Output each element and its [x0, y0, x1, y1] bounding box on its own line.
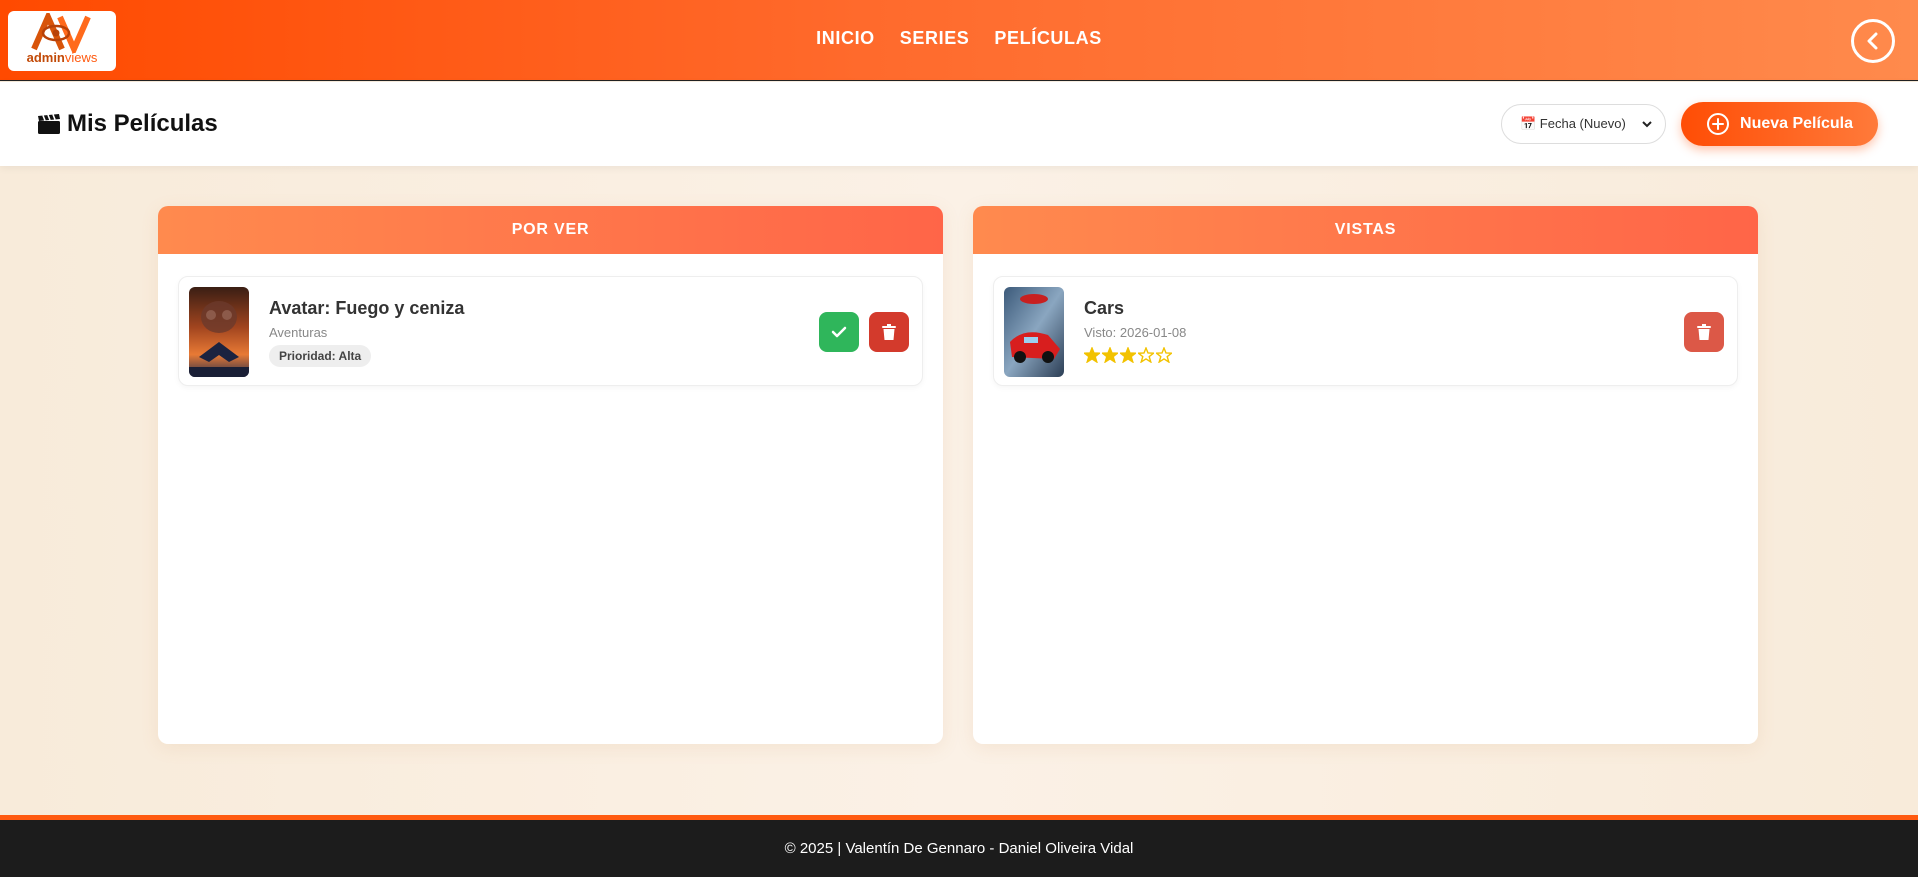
movie-card: Avatar: Fuego y ceniza Aventuras Priorid… [178, 276, 923, 386]
to-watch-panel: POR VER Avatar: Fuego y ceniza Aventuras… [158, 206, 943, 744]
nav-peliculas[interactable]: PELÍCULAS [994, 28, 1101, 49]
sort-select[interactable]: 📅 Fecha (Nuevo) [1501, 104, 1666, 144]
movie-genre: Aventuras [269, 325, 328, 340]
watched-header: VISTAS [973, 206, 1758, 254]
star-empty-icon [1156, 347, 1172, 363]
movie-title: Cars [1084, 298, 1125, 318]
priority-badge: Prioridad: Alta [269, 345, 372, 367]
plus-circle-icon [1707, 113, 1730, 135]
main-nav: INICIO SERIES PELÍCULAS [0, 28, 1918, 49]
chevron-left-icon [1867, 32, 1878, 50]
logo-main: admin [26, 50, 65, 65]
clapperboard-icon [38, 114, 60, 134]
movie-card: Cars Visto: 2026-01-08 [993, 276, 1738, 386]
movie-poster [1004, 287, 1064, 377]
top-navbar: adminviews INICIO SERIES PELÍCULAS [0, 0, 1918, 81]
watched-panel: VISTAS Cars Visto: 2026-01-08 [973, 206, 1758, 744]
star-filled-icon [1084, 347, 1100, 363]
footer: © 2025 | Valentín De Gennaro - Daniel Ol… [0, 815, 1918, 877]
logo-accent: views [64, 50, 98, 65]
star-filled-icon [1120, 347, 1136, 363]
movie-poster [189, 287, 249, 377]
movie-title: Avatar: Fuego y ceniza [269, 298, 465, 318]
star-filled-icon [1102, 347, 1118, 363]
watched-date: Visto: 2026-01-08 [1084, 325, 1187, 340]
delete-button[interactable] [869, 312, 909, 352]
logo-text: adminviews [27, 50, 98, 65]
delete-button[interactable] [1684, 312, 1724, 352]
chevron-down-icon [1642, 121, 1652, 128]
sort-select-value: 📅 Fecha (Nuevo) [1520, 116, 1626, 131]
new-movie-label: Nueva Película [1740, 115, 1853, 132]
trash-icon [882, 324, 896, 340]
check-icon [831, 326, 847, 338]
rating-stars [1084, 347, 1172, 363]
page-title-text: Mis Películas [67, 110, 218, 137]
back-button[interactable] [1851, 19, 1895, 63]
nav-series[interactable]: SERIES [900, 28, 970, 49]
new-movie-button[interactable]: Nueva Película [1681, 102, 1878, 146]
to-watch-header: POR VER [158, 206, 943, 254]
footer-credits: © 2025 | Valentín De Gennaro - Daniel Ol… [784, 840, 1134, 857]
mark-watched-button[interactable] [819, 312, 859, 352]
trash-icon [1697, 324, 1711, 340]
page-header: Mis Películas 📅 Fecha (Nuevo) Nueva Pelí… [0, 82, 1918, 166]
star-empty-icon [1138, 347, 1154, 363]
page-title: Mis Películas [37, 110, 218, 138]
nav-inicio[interactable]: INICIO [816, 28, 875, 49]
